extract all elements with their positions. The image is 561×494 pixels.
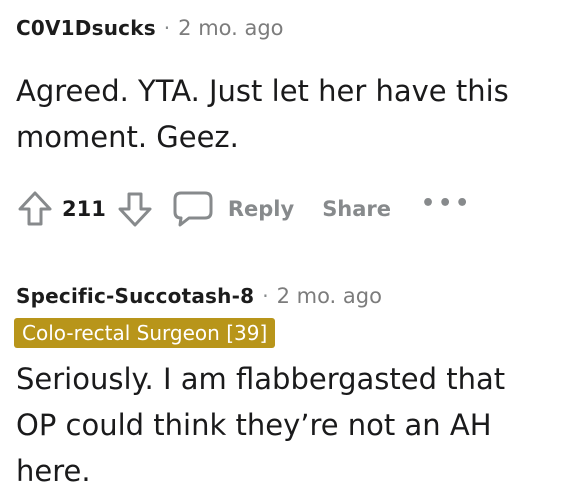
share-button[interactable]: Share (322, 197, 391, 221)
comment-author[interactable]: C0V1Dsucks (16, 16, 156, 40)
comment: C0V1Dsucks · 2 mo. ago Agreed. YTA. Just… (16, 16, 551, 227)
comment-body: Agreed. YTA. Just let her have this mome… (16, 74, 509, 154)
comment-actions: 211 Reply Share ••• (16, 186, 472, 232)
comment: Specific-Succotash-8 · 2 mo. ago Colo-re… (14, 284, 551, 494)
comment-age[interactable]: 2 mo. ago (178, 16, 283, 40)
reply-label: Reply (227, 197, 295, 221)
user-flair-badge: Colo-rectal Surgeon [39] (14, 318, 276, 348)
comment-meta: Specific-Succotash-8 · 2 mo. ago (16, 284, 551, 314)
upvote-arrow-icon[interactable] (16, 189, 54, 229)
comment-author[interactable]: Specific-Succotash-8 (16, 284, 254, 308)
vote-count: 211 (62, 197, 106, 221)
reply-button[interactable]: Reply (172, 189, 294, 229)
meta-separator: · (163, 16, 171, 40)
more-options-icon[interactable]: ••• (421, 191, 472, 216)
meta-separator: · (262, 284, 269, 308)
comment-meta: C0V1Dsucks · 2 mo. ago (16, 16, 551, 46)
downvote-arrow-icon[interactable] (116, 189, 154, 229)
comment-age[interactable]: 2 mo. ago (277, 284, 382, 308)
comment-body: Seriously. I am flabbergasted that OP co… (16, 362, 506, 488)
speech-bubble-icon (172, 189, 214, 229)
